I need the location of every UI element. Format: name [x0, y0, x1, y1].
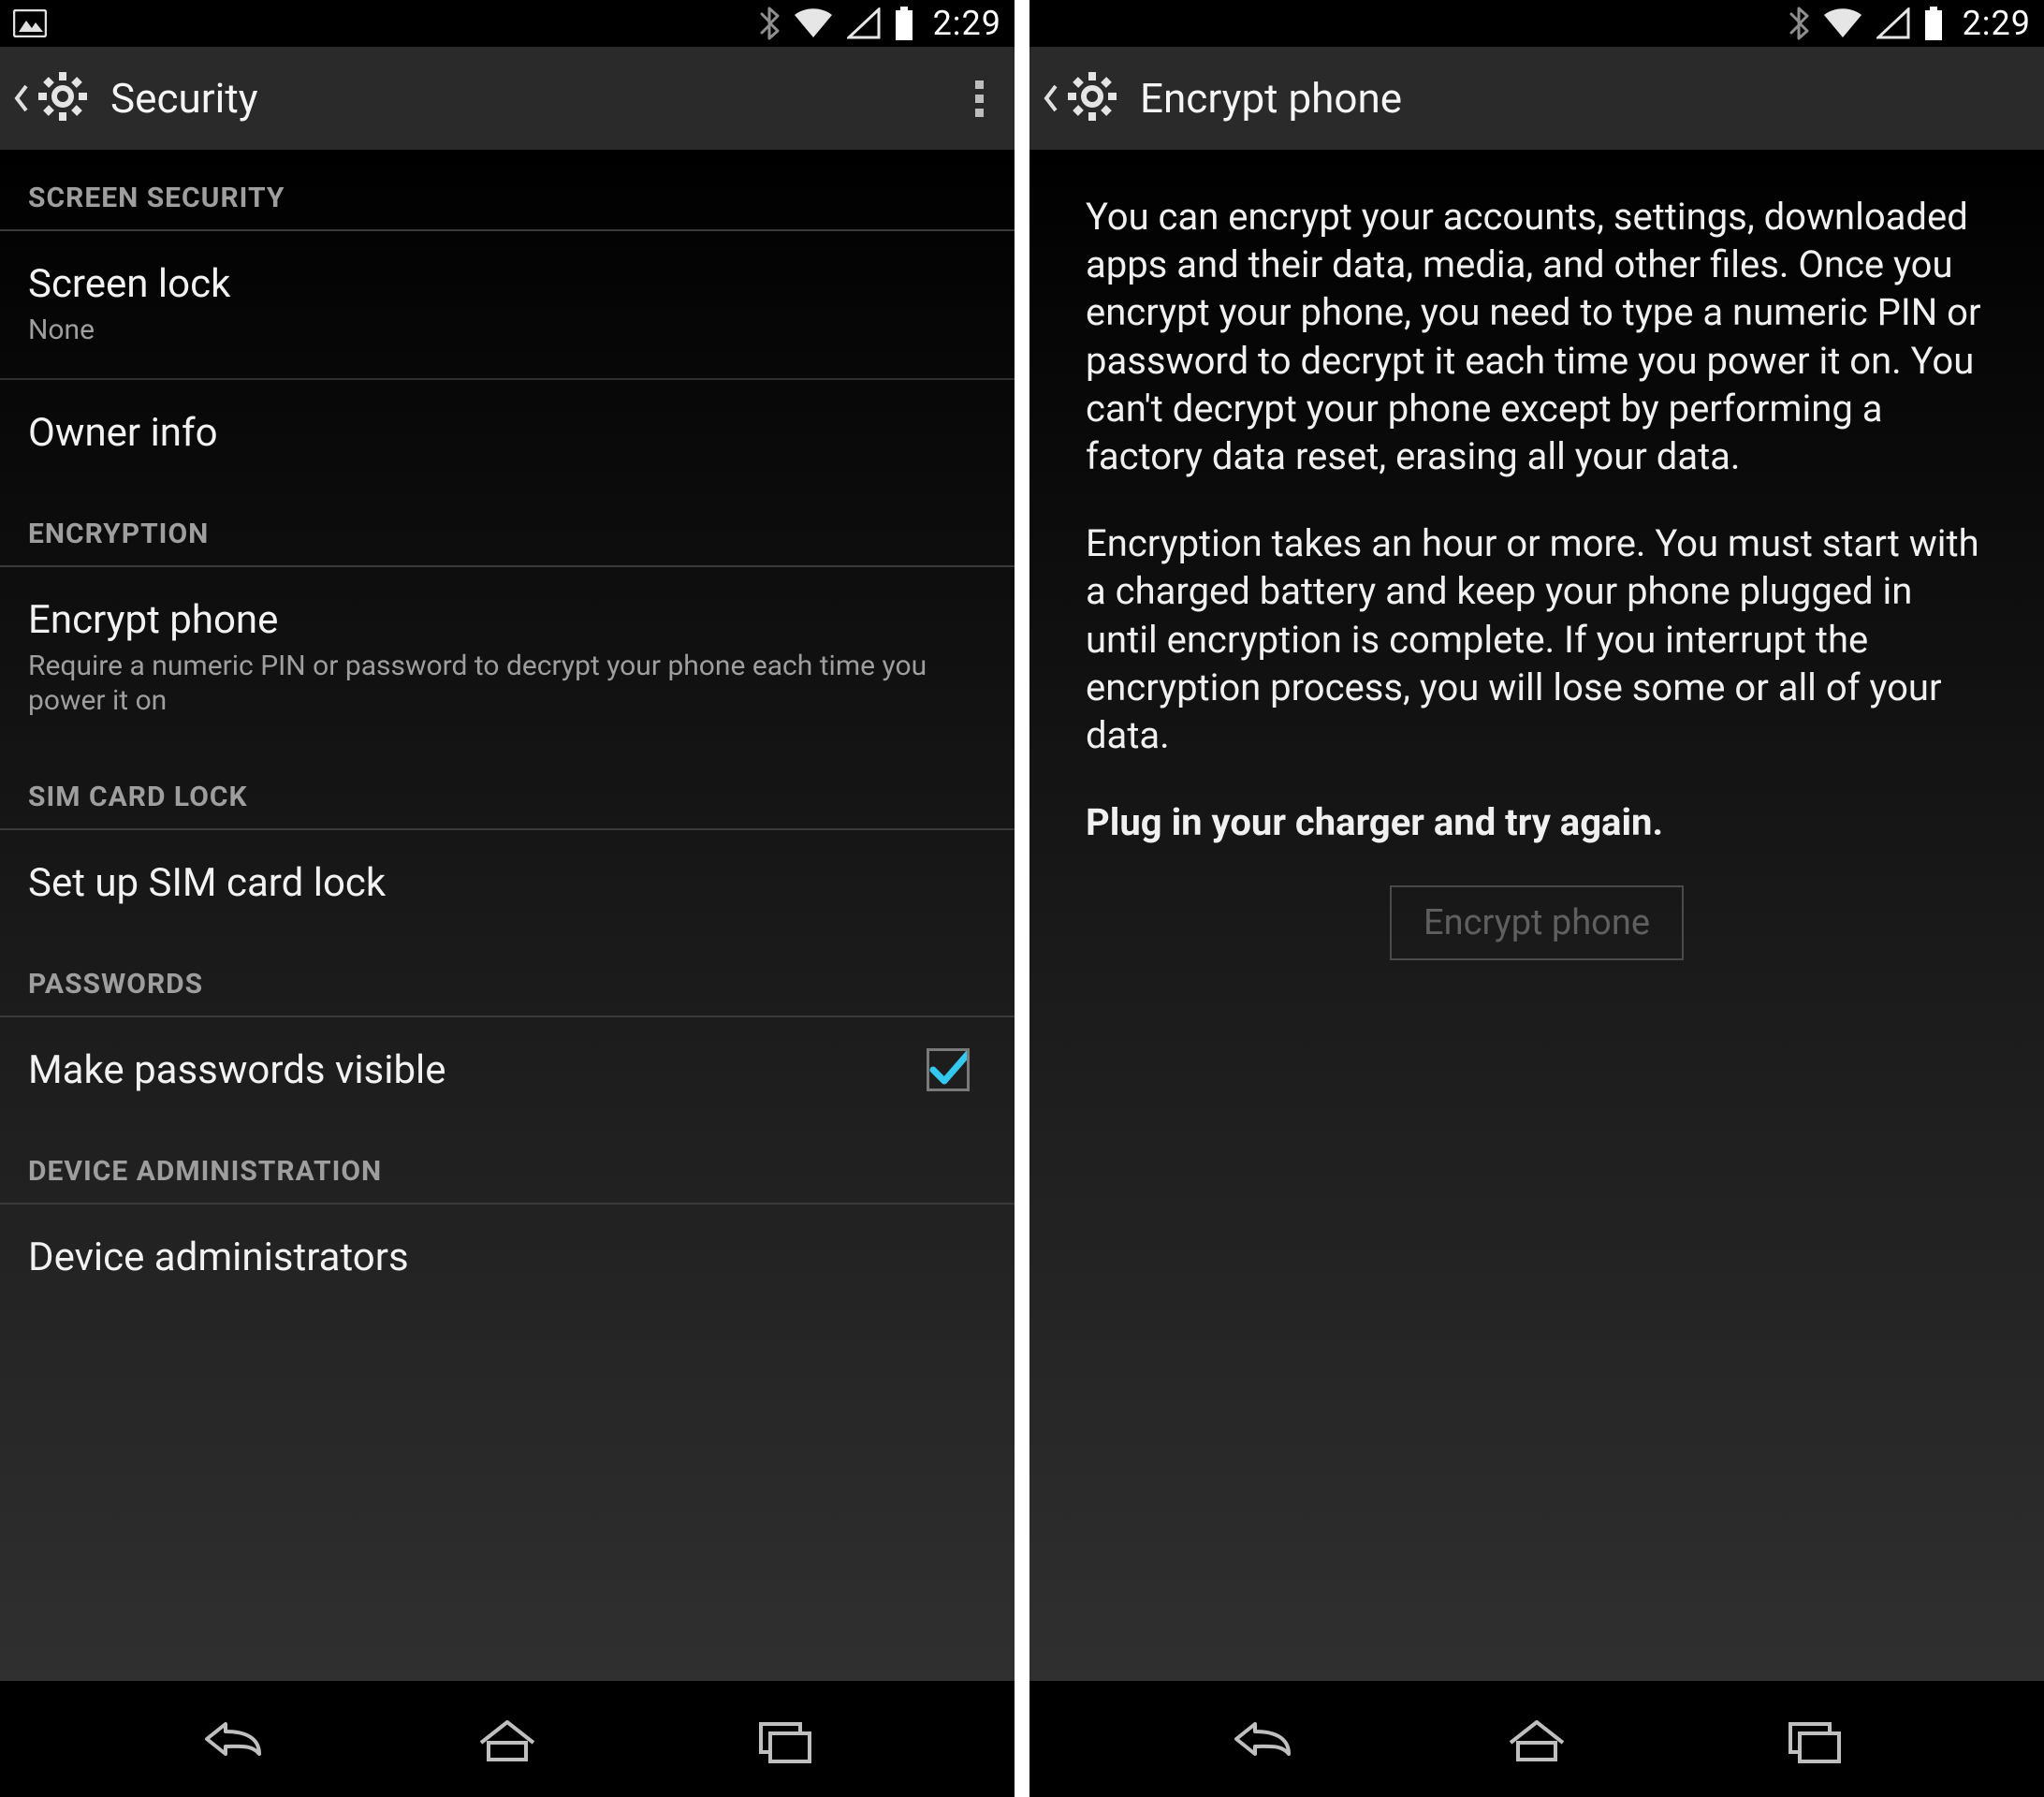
section-header-passwords: PASSWORDS	[0, 936, 1015, 1017]
item-make-passwords-visible[interactable]: Make passwords visible	[0, 1017, 1015, 1123]
image-icon	[13, 9, 47, 37]
nav-home-button[interactable]	[462, 1711, 552, 1767]
signal-icon	[1876, 7, 1910, 39]
item-screen-lock[interactable]: Screen lock None	[0, 231, 1015, 380]
action-bar-up[interactable]	[1039, 64, 1131, 133]
nav-recent-button[interactable]	[1768, 1711, 1858, 1767]
item-title: Make passwords visible	[28, 1047, 927, 1093]
bluetooth-icon	[759, 7, 780, 40]
encrypt-warning: Plug in your charger and try again.	[1086, 798, 1988, 846]
navigation-bar	[1029, 1681, 2044, 1797]
phone-security-settings: 2:29	[0, 0, 1015, 1797]
settings-list[interactable]: SCREEN SECURITY Screen lock None Owner i…	[0, 150, 1015, 1681]
checkbox-make-passwords-visible[interactable]	[927, 1048, 970, 1091]
section-header-encryption: ENCRYPTION	[0, 486, 1015, 567]
item-title: Encrypt phone	[28, 597, 986, 643]
wifi-icon	[793, 7, 834, 39]
navigation-bar	[0, 1681, 1015, 1797]
action-bar: Encrypt phone	[1029, 47, 2044, 150]
settings-gear-icon	[36, 69, 90, 127]
action-bar-title: Encrypt phone	[1140, 74, 1402, 123]
encrypt-body: You can encrypt your accounts, settings,…	[1029, 150, 2044, 1681]
nav-recent-button[interactable]	[738, 1711, 828, 1767]
item-device-administrators[interactable]: Device administrators	[0, 1205, 1015, 1284]
wifi-icon	[1822, 7, 1863, 39]
action-bar-up[interactable]	[9, 64, 101, 133]
item-sim-card-lock[interactable]: Set up SIM card lock	[0, 830, 1015, 936]
status-bar: 2:29	[1029, 0, 2044, 47]
encrypt-paragraph-1: You can encrypt your accounts, settings,…	[1086, 193, 1988, 480]
item-title: Set up SIM card lock	[28, 860, 986, 906]
nav-home-button[interactable]	[1492, 1711, 1582, 1767]
battery-icon	[894, 7, 914, 40]
nav-back-button[interactable]	[186, 1711, 276, 1767]
settings-gear-icon	[1065, 69, 1119, 127]
item-title: Device administrators	[28, 1235, 986, 1280]
item-subtitle: None	[28, 313, 986, 348]
encrypt-paragraph-2: Encryption takes an hour or more. You mu…	[1086, 519, 1988, 759]
status-time: 2:29	[1963, 4, 2031, 43]
status-bar: 2:29	[0, 0, 1015, 47]
item-subtitle: Require a numeric PIN or password to dec…	[28, 649, 986, 719]
signal-icon	[847, 7, 881, 39]
item-encrypt-phone[interactable]: Encrypt phone Require a numeric PIN or p…	[0, 567, 1015, 749]
action-bar-title: Security	[110, 74, 258, 123]
overflow-menu-icon[interactable]	[956, 76, 1001, 121]
section-header-device-admin: DEVICE ADMINISTRATION	[0, 1123, 1015, 1205]
status-time: 2:29	[933, 4, 1001, 43]
encrypt-phone-button: Encrypt phone	[1390, 885, 1684, 960]
nav-back-button[interactable]	[1216, 1711, 1306, 1767]
item-owner-info[interactable]: Owner info	[0, 380, 1015, 486]
section-header-sim-card-lock: SIM CARD LOCK	[0, 749, 1015, 830]
action-bar: Security	[0, 47, 1015, 150]
phone-encrypt-screen: 2:29	[1029, 0, 2044, 1797]
bluetooth-icon	[1788, 7, 1809, 40]
battery-icon	[1923, 7, 1944, 40]
item-title: Screen lock	[28, 261, 986, 307]
section-header-screen-security: SCREEN SECURITY	[0, 150, 1015, 231]
item-title: Owner info	[28, 410, 986, 456]
